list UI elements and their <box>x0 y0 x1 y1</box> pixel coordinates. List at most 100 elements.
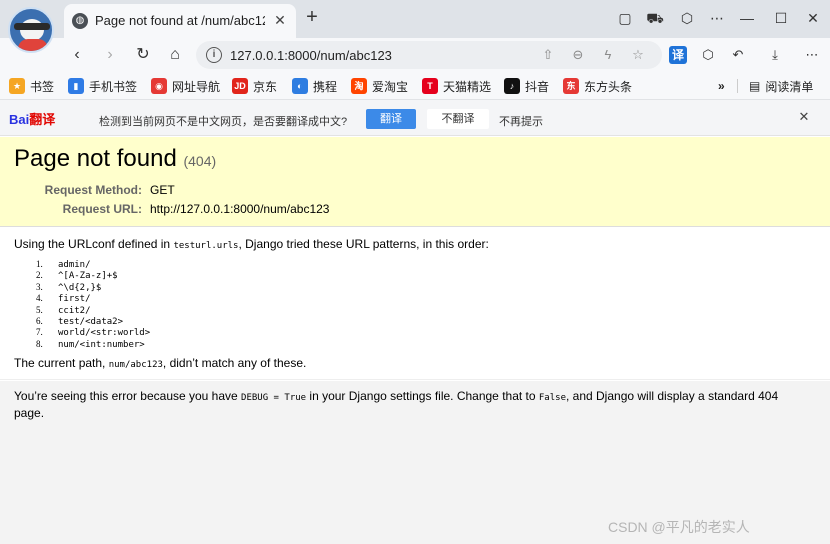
close-icon[interactable]: ✕ <box>797 110 811 124</box>
star-icon: ★ <box>9 78 25 94</box>
bookmark-item[interactable]: JD 京东 <box>232 77 277 95</box>
current-path: num/abc123 <box>108 360 163 370</box>
download-icon[interactable]: ⤓ <box>766 46 784 64</box>
request-url-row: Request URL: http://127.0.0.1:8000/num/ab… <box>14 202 714 216</box>
avatar-body <box>18 39 48 51</box>
explain-part-2: in your Django settings file. Change tha… <box>306 389 539 403</box>
tab-actions-icon[interactable]: ▢ <box>616 9 634 27</box>
error-summary: Page not found (404) Request Method: GET … <box>0 137 830 227</box>
pattern-text: first/ <box>58 294 91 305</box>
pattern-text: ^\d{2,}$ <box>58 282 102 293</box>
window-close-icon[interactable]: ✕ <box>804 9 822 27</box>
bookmark-label: 京东 <box>253 79 278 94</box>
false-value: False <box>538 393 566 403</box>
tab-title: Page not found at /num/abc123 <box>95 13 265 28</box>
jd-icon: JD <box>232 78 248 94</box>
nav-icon: ◉ <box>151 78 167 94</box>
bookmark-label: 东方头条 <box>584 79 633 94</box>
share-icon[interactable]: ⇧ <box>540 47 556 63</box>
bookmark-item[interactable]: ◉ 网址导航 <box>151 77 220 95</box>
bookmark-item[interactable]: ▮ 手机书签 <box>68 77 137 95</box>
lightning-icon[interactable]: ϟ <box>600 47 616 63</box>
home-icon[interactable]: ⌂ <box>164 44 186 66</box>
url-pattern-list: 1. admin/ 2. ^[A-Za-z]+$ 3. ^\d{2,}$ 4. firs… <box>36 259 150 350</box>
list-item: 7. world/<str:world> <box>36 327 151 339</box>
bookmark-label: 天猫精选 <box>443 79 492 94</box>
site-info-icon[interactable]: i <box>206 47 222 63</box>
list-item: 6. test/<data2> <box>36 315 124 327</box>
active-tab[interactable]: ◍ Page not found at /num/abc123 ✕ <box>64 4 296 38</box>
translate-button[interactable]: 翻译 <box>366 109 416 129</box>
bookmark-item[interactable]: T 天猫精选 <box>422 77 491 95</box>
list-item: 8. num/<int:number> <box>36 338 145 350</box>
address-bar[interactable]: i 127.0.0.1:8000/num/abc123 ⇧ ⊖ ϟ ☆ <box>196 41 662 69</box>
translate-prompt-bar: Bai翻译 检测到当前网页不是中文网页，是否要翻译成中文? 翻译 不翻译 不再提… <box>0 100 830 136</box>
extensions-puzzle-icon[interactable]: ⬡ <box>678 9 696 27</box>
never-translate-link[interactable]: 不再提示 <box>499 113 543 129</box>
bookmarks-overflow-button[interactable]: » <box>718 77 725 95</box>
bookmark-item[interactable]: 淘 爱淘宝 <box>351 77 408 95</box>
tab-close-icon[interactable]: ✕ <box>272 12 288 28</box>
minimize-icon[interactable]: — <box>738 9 756 27</box>
pattern-text: ccit2/ <box>58 305 91 316</box>
phone-bookmark-icon: ▮ <box>68 78 84 94</box>
baidu-translate-logo: Bai翻译 <box>9 109 55 128</box>
bookmark-item[interactable]: ◐ 携程 <box>292 77 337 95</box>
baidu-logo-suffix: 翻译 <box>29 112 56 127</box>
baidu-logo-text: Bai <box>9 112 30 127</box>
request-method-label: Request Method: <box>44 183 142 197</box>
ctrip-icon: ◐ <box>292 78 308 94</box>
request-method-value: GET <box>150 183 175 197</box>
current-prefix: The current path, <box>14 356 109 370</box>
forward-arrow-icon[interactable]: › <box>99 44 121 66</box>
urlconf-intro: Using the URLconf defined in testurl.url… <box>14 237 489 251</box>
status-code: (404) <box>183 153 217 169</box>
avatar-goggles <box>14 23 50 30</box>
profile-avatar[interactable] <box>8 7 54 53</box>
intro-suffix: , Django tried these URL patterns, in th… <box>238 237 489 251</box>
reload-icon[interactable]: ↻ <box>132 44 154 66</box>
url-text[interactable]: 127.0.0.1:8000/num/abc123 <box>230 48 392 63</box>
reading-list-button[interactable]: ▤ 阅读清单 <box>749 77 813 95</box>
bookmark-label: 书签 <box>30 79 55 94</box>
request-method-row: Request Method: GET <box>14 183 714 197</box>
request-url-value: http://127.0.0.1:8000/num/abc123 <box>150 202 330 216</box>
reading-list-icon: ▤ <box>749 79 761 93</box>
favorite-star-icon[interactable]: ☆ <box>630 47 646 63</box>
tmall-icon: T <box>422 78 438 94</box>
bookmark-label: 爱淘宝 <box>372 79 409 94</box>
douyin-icon: ♪ <box>504 78 520 94</box>
explanation-text: You’re seeing this error because you hav… <box>14 389 804 421</box>
zoom-icon[interactable]: ⊖ <box>570 47 586 63</box>
django-globe-icon: ◍ <box>72 13 88 29</box>
pattern-text: world/<str:world> <box>58 328 151 339</box>
car-icon[interactable]: ⛟ <box>646 9 664 27</box>
no-translate-button[interactable]: 不翻译 <box>427 109 489 129</box>
bookmark-label: 手机书签 <box>89 79 138 94</box>
extensions-icon[interactable]: ⬡ <box>699 46 717 64</box>
list-item: 5. ccit2/ <box>36 304 91 316</box>
reading-list-label: 阅读清单 <box>765 79 814 94</box>
error-heading: Page not found <box>14 145 177 172</box>
back-arrow-icon[interactable]: ‹ <box>66 44 88 66</box>
pattern-text: admin/ <box>58 260 91 270</box>
translate-extension-icon[interactable]: 译 <box>669 46 687 64</box>
new-tab-plus-icon[interactable]: + <box>302 7 322 28</box>
list-item: 1. admin/ <box>36 259 91 270</box>
pattern-text: ^[A-Za-z]+$ <box>58 271 118 282</box>
bookmark-label: 携程 <box>313 79 338 94</box>
bookmark-item[interactable]: ★ 书签 <box>9 77 54 95</box>
title-bar: ◍ Page not found at /num/abc123 ✕ + ▢ ⛟ … <box>0 0 830 53</box>
bookmarks-bar: ★ 书签 ▮ 手机书签 ◉ 网址导航 JD 京东 ◐ 携程 淘 爱淘宝 T 天猫… <box>0 72 830 100</box>
settings-more-icon[interactable]: ⋯ <box>803 46 821 64</box>
bookmark-label: 网址导航 <box>172 79 221 94</box>
page-title: Page not found (404) <box>14 145 216 173</box>
maximize-icon[interactable]: ☐ <box>772 9 790 27</box>
bookmark-item[interactable]: 东 东方头条 <box>563 77 632 95</box>
explain-part-1: You’re seeing this error because you hav… <box>14 389 242 403</box>
bookmark-item[interactable]: ♪ 抖音 <box>504 77 549 95</box>
undo-icon[interactable]: ↶ <box>729 46 747 64</box>
list-item: 4. first/ <box>36 293 91 305</box>
more-menu-icon[interactable]: ⋯ <box>708 9 726 27</box>
bookmark-separator <box>737 79 738 93</box>
